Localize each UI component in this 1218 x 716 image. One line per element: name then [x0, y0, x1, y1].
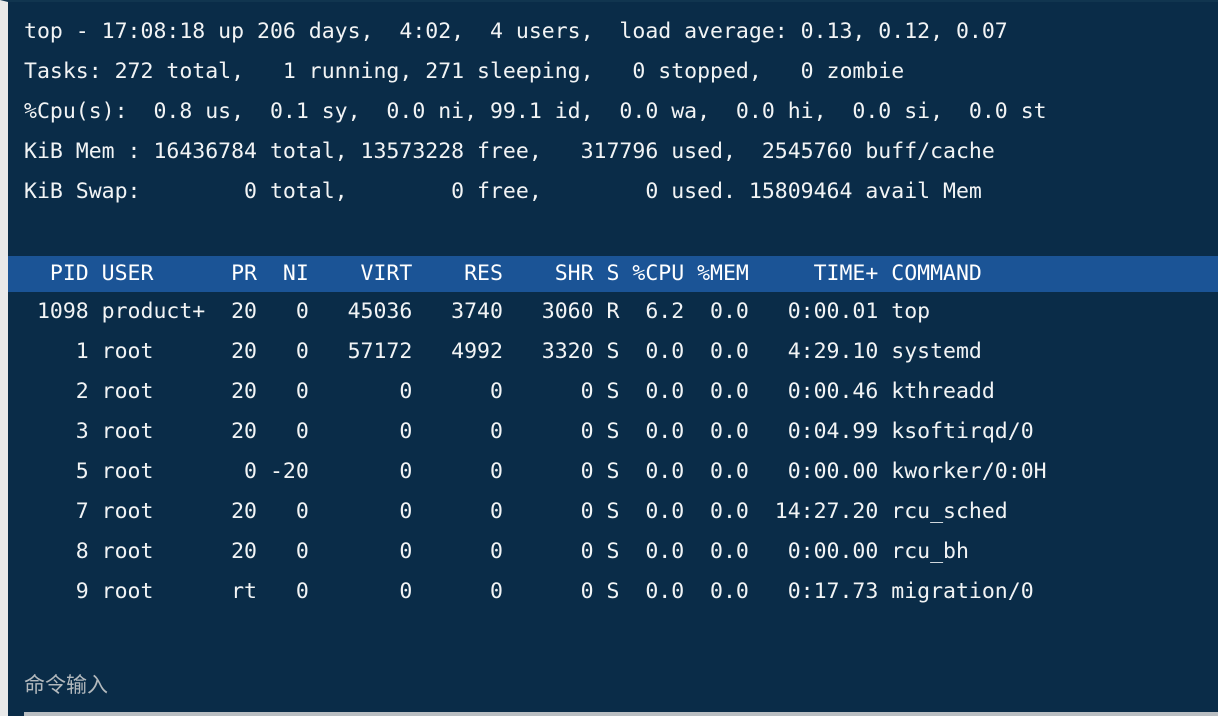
table-row[interactable]: 1 root 20 0 57172 4992 3320 S 0.0 0.0 4:…	[8, 332, 1218, 372]
summary-line-tasks: Tasks: 272 total, 1 running, 271 sleepin…	[24, 59, 905, 84]
summary-line-swap: KiB Swap: 0 total, 0 free, 0 used. 15809…	[24, 179, 982, 204]
summary-line-uptime: top - 17:08:18 up 206 days, 4:02, 4 user…	[24, 19, 1008, 44]
top-summary-block: top - 17:08:18 up 206 days, 4:02, 4 user…	[8, 2, 1218, 212]
terminal-window: top - 17:08:18 up 206 days, 4:02, 4 user…	[0, 0, 1218, 716]
process-rows-container: 1098 product+ 20 0 45036 3740 3060 R 6.2…	[8, 292, 1218, 612]
table-row[interactable]: 1098 product+ 20 0 45036 3740 3060 R 6.2…	[8, 292, 1218, 332]
table-row[interactable]: 5 root 0 -20 0 0 0 S 0.0 0.0 0:00.00 kwo…	[8, 452, 1218, 492]
summary-line-mem: KiB Mem : 16436784 total, 13573228 free,…	[24, 139, 995, 164]
process-table: PID USER PR NI VIRT RES SHR S %CPU %MEM …	[8, 256, 1218, 612]
table-row[interactable]: 2 root 20 0 0 0 0 S 0.0 0.0 0:00.46 kthr…	[8, 372, 1218, 412]
command-input[interactable]	[24, 664, 1218, 716]
table-row[interactable]: 8 root 20 0 0 0 0 S 0.0 0.0 0:00.00 rcu_…	[8, 532, 1218, 572]
summary-line-cpu: %Cpu(s): 0.8 us, 0.1 sy, 0.0 ni, 99.1 id…	[24, 99, 1047, 124]
table-row[interactable]: 3 root 20 0 0 0 0 S 0.0 0.0 0:04.99 ksof…	[8, 412, 1218, 452]
table-row[interactable]: 7 root 20 0 0 0 0 S 0.0 0.0 14:27.20 rcu…	[8, 492, 1218, 532]
command-input-area	[8, 660, 1218, 716]
table-header-row: PID USER PR NI VIRT RES SHR S %CPU %MEM …	[8, 256, 1218, 292]
table-row[interactable]: 9 root rt 0 0 0 0 S 0.0 0.0 0:17.73 migr…	[8, 572, 1218, 612]
